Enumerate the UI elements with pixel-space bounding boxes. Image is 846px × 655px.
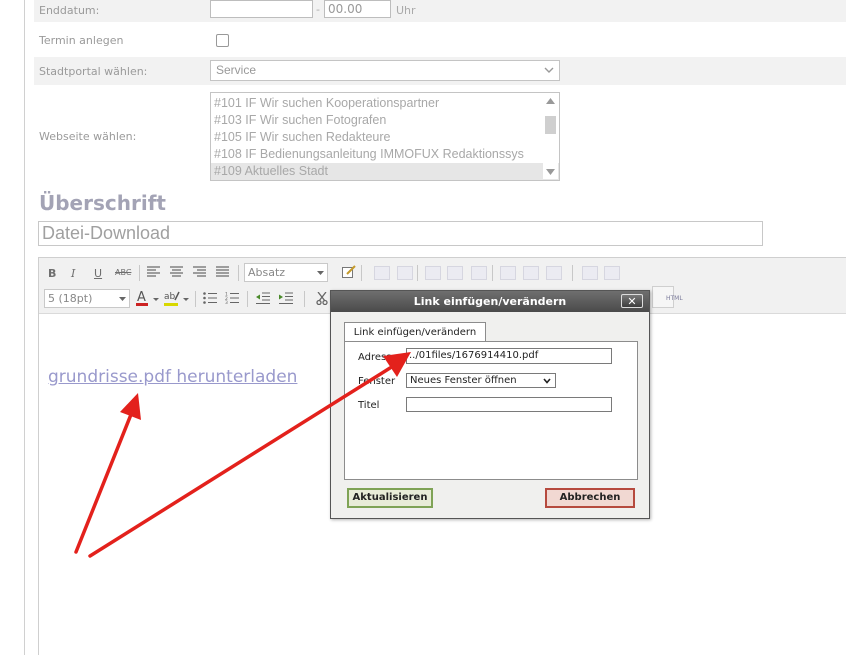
svg-text:ab: ab: [164, 292, 176, 302]
link-dialog: Link einfügen/verändern ✕ Link einfügen/…: [330, 290, 650, 519]
enddatum-unit: Uhr: [396, 4, 416, 17]
title-field[interactable]: [406, 397, 612, 412]
webseite-listbox[interactable]: #101 IF Wir suchen Kooperationspartner #…: [210, 92, 560, 181]
row-props-icon: [582, 266, 598, 280]
termin-row: Termin anlegen: [34, 27, 846, 53]
scroll-down-icon[interactable]: [546, 169, 555, 175]
cancel-button[interactable]: Abbrechen: [545, 488, 635, 508]
bullet-list-icon[interactable]: [203, 292, 218, 304]
address-input[interactable]: ../01files/1676914410.pdf: [406, 348, 612, 364]
target-select-value: Neues Fenster öffnen: [410, 375, 517, 386]
chevron-down-icon: [119, 297, 126, 301]
indent-icon[interactable]: [279, 292, 294, 304]
enddatum-label: Enddatum:: [39, 4, 100, 17]
numbered-list-icon[interactable]: 123: [225, 292, 240, 304]
highlight-color-icon[interactable]: ab: [164, 289, 190, 307]
format-select[interactable]: Absatz: [244, 263, 328, 282]
target-select[interactable]: Neues Fenster öffnen: [406, 373, 556, 388]
address-label: Adresse: [358, 352, 398, 363]
webseite-option[interactable]: #108 IF Bedienungsanleitung IMMOFUX Reda…: [211, 146, 559, 163]
listbox-scrollbar[interactable]: [543, 94, 558, 179]
delete-row-icon: [447, 266, 463, 280]
svg-text:A: A: [137, 290, 146, 305]
insert-row-icon: [425, 266, 441, 280]
strikethrough-button[interactable]: ABC: [115, 268, 131, 277]
table-props-icon: [397, 266, 413, 280]
title-label: Titel: [358, 400, 380, 411]
enddatum-row: Enddatum: - 00.00 Uhr: [34, 0, 846, 22]
align-left-icon[interactable]: [147, 266, 161, 278]
webseite-option[interactable]: #101 IF Wir suchen Kooperationspartner: [211, 95, 559, 112]
cell-props-icon: [546, 266, 562, 280]
bold-button[interactable]: B: [48, 267, 56, 280]
insert-col-icon: [471, 266, 487, 280]
chevron-down-icon: [543, 378, 551, 384]
close-icon[interactable]: ✕: [621, 294, 643, 308]
webseite-row: Webseite wählen: #101 IF Wir suchen Koop…: [34, 88, 846, 184]
split-cell-icon: [500, 266, 516, 280]
stadtportal-label: Stadtportal wählen:: [39, 65, 148, 78]
webseite-option[interactable]: #103 IF Wir suchen Fotografen: [211, 112, 559, 129]
html-source-button[interactable]: HTML: [666, 295, 683, 302]
align-center-icon[interactable]: [170, 266, 184, 278]
tab-link[interactable]: Link einfügen/verändern: [344, 322, 486, 342]
font-size-select[interactable]: 5 (18pt): [44, 289, 130, 308]
webseite-option-selected[interactable]: #109 Aktuelles Stadt: [211, 163, 559, 180]
enddatum-time-input[interactable]: 00.00: [324, 0, 391, 18]
delete-table-icon: [604, 266, 620, 280]
enddatum-date-input[interactable]: [210, 0, 313, 18]
outdent-icon[interactable]: [256, 292, 271, 304]
toolbar-separator: [572, 265, 573, 281]
cut-icon[interactable]: [316, 292, 328, 305]
toolbar-separator: [195, 291, 196, 307]
webseite-label: Webseite wählen:: [39, 130, 137, 143]
text-color-icon[interactable]: A: [136, 289, 160, 307]
underline-button[interactable]: U: [94, 267, 102, 280]
font-size-value: 5 (18pt): [48, 292, 93, 305]
merge-cell-icon: [523, 266, 539, 280]
svg-text:3: 3: [225, 300, 228, 304]
toolbar-separator: [238, 265, 239, 281]
termin-checkbox[interactable]: [216, 34, 229, 47]
toolbar-separator: [247, 291, 248, 307]
table-icon: [374, 266, 390, 280]
editor-link[interactable]: grundrisse.pdf herunterladen: [48, 367, 297, 387]
edit-icon[interactable]: [342, 265, 356, 279]
title-input[interactable]: Datei-Download: [38, 221, 763, 246]
chevron-down-icon: [317, 271, 324, 275]
webseite-option[interactable]: #105 IF Wir suchen Redakteure: [211, 129, 559, 146]
format-select-value: Absatz: [248, 266, 286, 279]
toolbar-separator: [417, 265, 418, 281]
stadtportal-value: Service: [216, 63, 257, 77]
enddatum-separator: -: [316, 3, 320, 16]
toolbar-separator: [361, 265, 362, 281]
update-button[interactable]: Aktualisieren: [347, 488, 433, 508]
termin-label: Termin anlegen: [39, 34, 124, 47]
stadtportal-select[interactable]: Service: [210, 60, 560, 81]
align-right-icon[interactable]: [193, 266, 207, 278]
chevron-down-icon: [544, 67, 554, 73]
align-justify-icon[interactable]: [216, 266, 230, 278]
dialog-title: Link einfügen/verändern: [331, 291, 649, 312]
scroll-up-icon[interactable]: [546, 98, 555, 104]
toolbar-separator: [139, 265, 140, 281]
section-heading: Überschrift: [39, 191, 166, 215]
scroll-thumb[interactable]: [545, 116, 556, 134]
toolbar-separator: [304, 291, 305, 307]
stadtportal-row: Stadtportal wählen: Service: [34, 57, 846, 85]
italic-button[interactable]: I: [71, 267, 75, 280]
toolbar-separator: [492, 265, 493, 281]
target-label: Fenster: [358, 376, 396, 387]
page-left-border: [24, 0, 25, 655]
